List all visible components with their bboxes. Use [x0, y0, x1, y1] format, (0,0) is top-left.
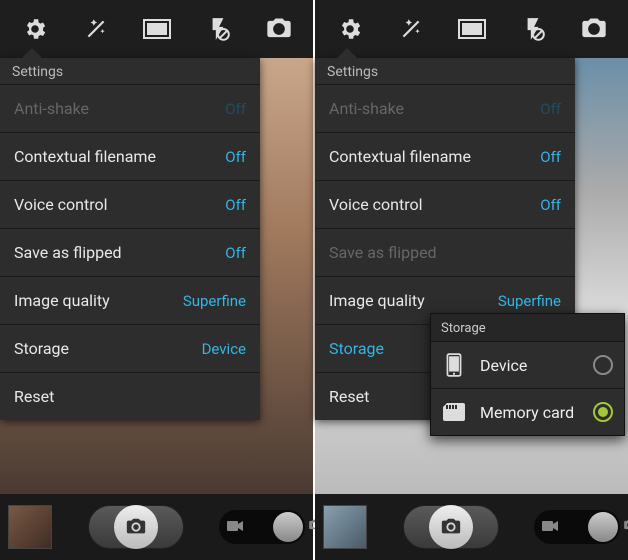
switch-camera-icon[interactable] — [578, 13, 610, 45]
option-label: Device — [480, 356, 593, 375]
mode-switch[interactable] — [534, 510, 620, 544]
row-label: Contextual filename — [329, 147, 530, 167]
storage-option-memory-card[interactable]: Memory card — [431, 388, 624, 435]
row-label: Image quality — [14, 291, 173, 311]
storage-option-device[interactable]: Device — [431, 341, 624, 388]
row-value: Off — [540, 148, 561, 166]
row-label: Anti-shake — [14, 99, 215, 119]
gallery-thumbnail[interactable] — [8, 505, 52, 549]
row-value: Off — [540, 196, 561, 214]
row-save-as-flipped[interactable]: Save as flipped Off — [0, 228, 260, 276]
switch-knob — [588, 512, 618, 542]
radio-selected — [593, 402, 613, 422]
row-anti-shake[interactable]: Anti-shake Off — [0, 84, 260, 132]
row-value: Off — [225, 148, 246, 166]
screen-right: Settings Anti-shake Off Contextual filen… — [315, 0, 628, 560]
shutter-button[interactable] — [88, 505, 184, 549]
row-value: Superfine — [498, 292, 561, 310]
panel-title: Settings — [315, 58, 575, 84]
wand-icon[interactable] — [395, 13, 427, 45]
switch-knob — [273, 512, 303, 542]
row-storage[interactable]: Storage Device — [0, 324, 260, 372]
row-label: Voice control — [329, 195, 530, 215]
camera-icon — [429, 505, 473, 549]
sdcard-icon — [442, 400, 466, 424]
bottom-bar — [315, 494, 628, 560]
switch-camera-icon[interactable] — [263, 13, 295, 45]
panel-pointer — [22, 48, 42, 58]
row-label: Anti-shake — [329, 99, 530, 119]
shutter-button[interactable] — [403, 505, 499, 549]
row-save-as-flipped: Save as flipped — [315, 228, 575, 276]
phone-icon — [442, 353, 466, 377]
row-contextual-filename[interactable]: Contextual filename Off — [0, 132, 260, 180]
settings-panel: Settings Anti-shake Off Contextual filen… — [0, 58, 260, 420]
row-value: Off — [225, 100, 246, 118]
row-value: Off — [225, 196, 246, 214]
radio-unselected — [593, 355, 613, 375]
panel-title: Settings — [0, 58, 260, 84]
flash-off-icon[interactable] — [517, 13, 549, 45]
mode-switch[interactable] — [219, 510, 305, 544]
row-value: Device — [202, 340, 246, 358]
row-value: Off — [225, 244, 246, 262]
row-image-quality[interactable]: Image quality Superfine — [0, 276, 260, 324]
row-label: Reset — [14, 387, 246, 407]
screen-left: Settings Anti-shake Off Contextual filen… — [0, 0, 313, 560]
video-icon — [227, 520, 243, 535]
viewfinder[interactable]: Settings Anti-shake Off Contextual filen… — [315, 58, 628, 494]
row-value: Off — [540, 100, 561, 118]
row-label: Storage — [14, 339, 192, 359]
camera-toolbar — [315, 0, 628, 58]
rectangle-icon[interactable] — [456, 13, 488, 45]
flash-off-icon[interactable] — [202, 13, 234, 45]
rectangle-icon[interactable] — [141, 13, 173, 45]
row-anti-shake[interactable]: Anti-shake Off — [315, 84, 575, 132]
row-reset[interactable]: Reset — [0, 372, 260, 420]
row-label: Save as flipped — [14, 243, 215, 263]
gallery-thumbnail[interactable] — [323, 505, 367, 549]
row-value: Superfine — [183, 292, 246, 310]
wand-icon[interactable] — [80, 13, 112, 45]
popup-title: Storage — [431, 314, 624, 341]
row-label: Image quality — [329, 291, 488, 311]
row-label: Save as flipped — [329, 243, 561, 263]
gear-icon[interactable] — [334, 13, 366, 45]
viewfinder[interactable]: Settings Anti-shake Off Contextual filen… — [0, 58, 313, 494]
row-voice-control[interactable]: Voice control Off — [315, 180, 575, 228]
camera-toolbar — [0, 0, 313, 58]
storage-popup: Storage Device Memory card — [430, 313, 625, 436]
video-icon — [542, 520, 558, 535]
bottom-bar — [0, 494, 313, 560]
panel-pointer — [337, 48, 357, 58]
camera-small-icon — [622, 517, 628, 536]
gear-icon[interactable] — [19, 13, 51, 45]
row-label: Contextual filename — [14, 147, 215, 167]
camera-icon — [114, 505, 158, 549]
row-contextual-filename[interactable]: Contextual filename Off — [315, 132, 575, 180]
row-voice-control[interactable]: Voice control Off — [0, 180, 260, 228]
option-label: Memory card — [480, 403, 593, 422]
row-label: Voice control — [14, 195, 215, 215]
